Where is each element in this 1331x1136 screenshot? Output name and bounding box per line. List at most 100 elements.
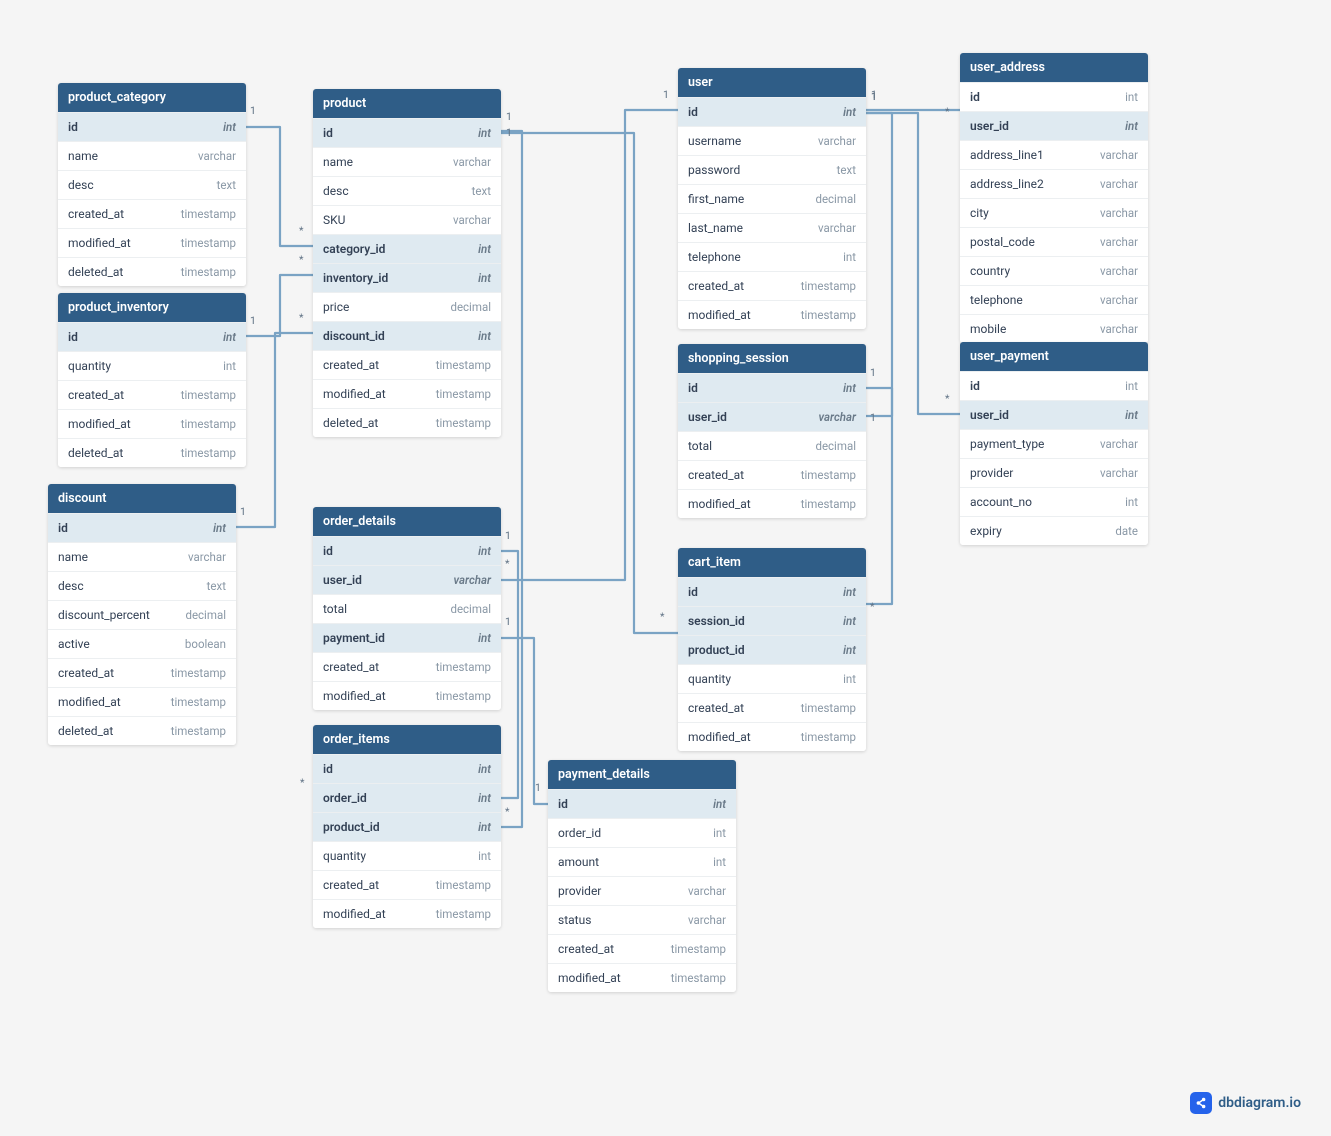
- table-row[interactable]: idint: [313, 118, 501, 147]
- table-header[interactable]: order_details: [313, 507, 501, 536]
- table-row[interactable]: providervarchar: [960, 458, 1148, 487]
- table-header[interactable]: product_inventory: [58, 293, 246, 322]
- table-row[interactable]: idint: [313, 536, 501, 565]
- table-user_payment[interactable]: user_paymentidintuser_idintpayment_typev…: [960, 342, 1148, 545]
- table-header[interactable]: product: [313, 89, 501, 118]
- table-row[interactable]: payment_typevarchar: [960, 429, 1148, 458]
- table-row[interactable]: totaldecimal: [678, 431, 866, 460]
- table-row[interactable]: deleted_attimestamp: [58, 257, 246, 286]
- table-row[interactable]: modified_attimestamp: [313, 681, 501, 710]
- table-row[interactable]: modified_attimestamp: [313, 379, 501, 408]
- table-row[interactable]: created_attimestamp: [58, 199, 246, 228]
- table-row[interactable]: namevarchar: [48, 542, 236, 571]
- table-row[interactable]: account_noint: [960, 487, 1148, 516]
- table-row[interactable]: desctext: [48, 571, 236, 600]
- table-row[interactable]: order_idint: [548, 818, 736, 847]
- table-row[interactable]: user_idint: [960, 400, 1148, 429]
- table-row[interactable]: deleted_attimestamp: [58, 438, 246, 467]
- table-row[interactable]: idint: [678, 373, 866, 402]
- table-row[interactable]: totaldecimal: [313, 594, 501, 623]
- table-payment_details[interactable]: payment_detailsidintorder_idintamountint…: [548, 760, 736, 992]
- table-header[interactable]: cart_item: [678, 548, 866, 577]
- table-row[interactable]: last_namevarchar: [678, 213, 866, 242]
- table-row[interactable]: telephonevarchar: [960, 285, 1148, 314]
- table-row[interactable]: SKUvarchar: [313, 205, 501, 234]
- table-row[interactable]: created_attimestamp: [313, 870, 501, 899]
- table-row[interactable]: modified_attimestamp: [678, 722, 866, 751]
- table-user_address[interactable]: user_addressidintuser_idintaddress_line1…: [960, 53, 1148, 343]
- table-row[interactable]: created_attimestamp: [678, 271, 866, 300]
- table-header[interactable]: payment_details: [548, 760, 736, 789]
- table-row[interactable]: created_attimestamp: [678, 460, 866, 489]
- table-row[interactable]: created_attimestamp: [548, 934, 736, 963]
- table-header[interactable]: product_category: [58, 83, 246, 112]
- table-row[interactable]: discount_idint: [313, 321, 501, 350]
- table-row[interactable]: created_attimestamp: [313, 350, 501, 379]
- table-row[interactable]: idint: [313, 754, 501, 783]
- table-row[interactable]: created_attimestamp: [678, 693, 866, 722]
- table-header[interactable]: order_items: [313, 725, 501, 754]
- table-row[interactable]: cityvarchar: [960, 198, 1148, 227]
- table-row[interactable]: idint: [678, 577, 866, 606]
- table-row[interactable]: deleted_attimestamp: [48, 716, 236, 745]
- table-row[interactable]: namevarchar: [313, 147, 501, 176]
- table-row[interactable]: idint: [58, 112, 246, 141]
- table-row[interactable]: idint: [960, 371, 1148, 400]
- table-row[interactable]: desctext: [58, 170, 246, 199]
- table-row[interactable]: statusvarchar: [548, 905, 736, 934]
- table-cart_item[interactable]: cart_itemidintsession_idintproduct_idint…: [678, 548, 866, 751]
- table-product_inventory[interactable]: product_inventoryidintquantityintcreated…: [58, 293, 246, 467]
- table-row[interactable]: modified_attimestamp: [58, 409, 246, 438]
- table-row[interactable]: namevarchar: [58, 141, 246, 170]
- table-row[interactable]: modified_attimestamp: [58, 228, 246, 257]
- table-row[interactable]: quantityint: [313, 841, 501, 870]
- table-row[interactable]: idint: [548, 789, 736, 818]
- table-order_items[interactable]: order_itemsidintorder_idintproduct_idint…: [313, 725, 501, 928]
- table-row[interactable]: desctext: [313, 176, 501, 205]
- table-row[interactable]: idint: [960, 82, 1148, 111]
- table-header[interactable]: shopping_session: [678, 344, 866, 373]
- table-header[interactable]: user_address: [960, 53, 1148, 82]
- table-row[interactable]: modified_attimestamp: [548, 963, 736, 992]
- table-row[interactable]: idint: [48, 513, 236, 542]
- table-shopping_session[interactable]: shopping_sessionidintuser_idvarchartotal…: [678, 344, 866, 518]
- table-row[interactable]: category_idint: [313, 234, 501, 263]
- table-row[interactable]: session_idint: [678, 606, 866, 635]
- table-product[interactable]: productidintnamevarchardesctextSKUvarcha…: [313, 89, 501, 437]
- table-row[interactable]: mobilevarchar: [960, 314, 1148, 343]
- table-row[interactable]: idint: [678, 97, 866, 126]
- table-row[interactable]: quantityint: [58, 351, 246, 380]
- table-row[interactable]: expirydate: [960, 516, 1148, 545]
- table-row[interactable]: activeboolean: [48, 629, 236, 658]
- table-row[interactable]: address_line2varchar: [960, 169, 1148, 198]
- table-user[interactable]: useridintusernamevarcharpasswordtextfirs…: [678, 68, 866, 329]
- table-row[interactable]: amountint: [548, 847, 736, 876]
- table-row[interactable]: countryvarchar: [960, 256, 1148, 285]
- table-row[interactable]: address_line1varchar: [960, 140, 1148, 169]
- table-row[interactable]: usernamevarchar: [678, 126, 866, 155]
- table-row[interactable]: user_idint: [960, 111, 1148, 140]
- table-row[interactable]: order_idint: [313, 783, 501, 812]
- table-row[interactable]: pricedecimal: [313, 292, 501, 321]
- table-row[interactable]: postal_codevarchar: [960, 227, 1148, 256]
- er-diagram-canvas[interactable]: 1*1*1*1*1**1*1111*1*111* product_categor…: [0, 0, 1331, 1136]
- table-row[interactable]: idint: [58, 322, 246, 351]
- table-row[interactable]: product_idint: [313, 812, 501, 841]
- table-discount[interactable]: discountidintnamevarchardesctextdiscount…: [48, 484, 236, 745]
- table-row[interactable]: first_namedecimal: [678, 184, 866, 213]
- table-row[interactable]: modified_attimestamp: [678, 300, 866, 329]
- table-row[interactable]: created_attimestamp: [58, 380, 246, 409]
- table-row[interactable]: user_idvarchar: [313, 565, 501, 594]
- table-row[interactable]: telephoneint: [678, 242, 866, 271]
- table-row[interactable]: quantityint: [678, 664, 866, 693]
- table-row[interactable]: inventory_idint: [313, 263, 501, 292]
- table-header[interactable]: user: [678, 68, 866, 97]
- table-header[interactable]: discount: [48, 484, 236, 513]
- table-product_category[interactable]: product_categoryidintnamevarchardesctext…: [58, 83, 246, 286]
- table-row[interactable]: providervarchar: [548, 876, 736, 905]
- table-order_details[interactable]: order_detailsidintuser_idvarchartotaldec…: [313, 507, 501, 710]
- table-row[interactable]: product_idint: [678, 635, 866, 664]
- table-row[interactable]: modified_attimestamp: [678, 489, 866, 518]
- table-row[interactable]: created_attimestamp: [48, 658, 236, 687]
- table-row[interactable]: created_attimestamp: [313, 652, 501, 681]
